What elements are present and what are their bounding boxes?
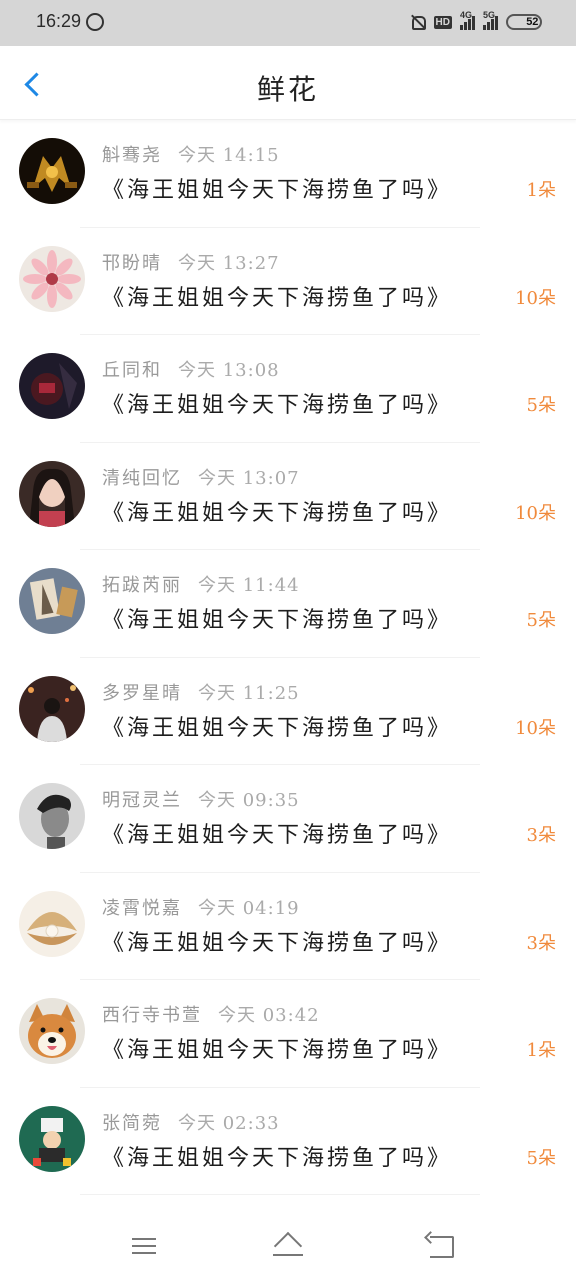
avatar[interactable] (19, 1105, 85, 1172)
avatar[interactable] (19, 353, 85, 419)
list-item[interactable]: 丘同和 今天 13:08 《海王姐姐今天下海捞鱼了吗》 5朵 (0, 335, 576, 443)
menu-icon[interactable] (124, 1230, 164, 1262)
avatar[interactable] (19, 568, 85, 634)
flower-count: 10朵 (515, 287, 556, 309)
avatar[interactable] (19, 460, 85, 527)
divider (80, 1194, 480, 1195)
status-icons: HD 4G 5G 52 (410, 10, 542, 32)
list-item[interactable]: 凌霄悦嘉 今天 04:19 《海王姐姐今天下海捞鱼了吗》 3朵 (0, 873, 576, 980)
book-title: 《海王姐姐今天下海捞鱼了吗》 (102, 285, 453, 311)
timestamp: 今天 03:42 (218, 1005, 320, 1026)
user-name: 张简菀 (102, 1112, 162, 1134)
list-item[interactable]: 张简菀 今天 02:33 《海王姐姐今天下海捞鱼了吗》 5朵 (0, 1088, 576, 1195)
dark-mech-avatar (19, 138, 85, 204)
book-title: 《海王姐姐今天下海捞鱼了吗》 (102, 930, 453, 956)
avatar[interactable] (19, 783, 85, 849)
flower-count: 3朵 (526, 825, 556, 846)
bw-portrait-avatar (19, 783, 85, 849)
timestamp: 今天 13:07 (198, 467, 300, 489)
flower-count: 5朵 (526, 395, 556, 416)
header: 鲜花 (0, 46, 576, 120)
avatar[interactable] (19, 998, 85, 1064)
book-title: 《海王姐姐今天下海捞鱼了吗》 (102, 1145, 453, 1171)
flower-count: 10朵 (515, 717, 556, 739)
item-meta: 斛骞尧 今天 14:15 (102, 141, 280, 167)
green-cartoon-avatar (19, 1105, 85, 1172)
list-item[interactable]: 清纯回忆 今天 13:07 《海王姐姐今天下海捞鱼了吗》 10朵 (0, 443, 576, 550)
list-item[interactable]: 多罗星晴 今天 11:25 《海王姐姐今天下海捞鱼了吗》 10朵 (0, 658, 576, 765)
pink-flower-avatar (19, 245, 85, 312)
flower-list: 斛骞尧 今天 14:15 《海王姐姐今天下海捞鱼了吗》 1朵 邗盼晴 今天 13:2… (0, 120, 576, 1195)
item-meta: 丘同和 今天 13:08 (102, 356, 280, 382)
flower-count: 5朵 (526, 610, 556, 631)
timestamp: 今天 02:33 (178, 1112, 280, 1134)
flower-count: 1朵 (526, 180, 556, 201)
list-item[interactable]: 明冠灵兰 今天 09:35 《海王姐姐今天下海捞鱼了吗》 3朵 (0, 765, 576, 873)
status-notification-icon (86, 13, 104, 31)
book-title: 《海王姐姐今天下海捞鱼了吗》 (102, 823, 453, 848)
item-meta: 拓跋芮丽 今天 11:44 (102, 571, 300, 597)
status-time: 16:29 (36, 11, 82, 31)
timestamp: 今天 13:27 (178, 252, 280, 274)
doll-girl-avatar (19, 460, 85, 527)
timestamp: 今天 11:25 (198, 682, 300, 704)
avatar[interactable] (19, 675, 85, 742)
user-name: 拓跋芮丽 (102, 575, 182, 596)
user-name: 斛骞尧 (102, 145, 162, 166)
night-street-person-avatar (19, 675, 85, 742)
back-icon[interactable] (420, 1230, 460, 1262)
timestamp: 今天 14:15 (178, 145, 280, 166)
book-title: 《海王姐姐今天下海捞鱼了吗》 (102, 500, 453, 526)
item-meta: 邗盼晴 今天 13:27 (102, 249, 280, 275)
user-name: 邗盼晴 (102, 252, 162, 274)
page-title: 鲜花 (256, 73, 319, 106)
shiba-dog-avatar (19, 998, 85, 1064)
flower-count: 10朵 (515, 502, 556, 524)
timestamp: 今天 04:19 (198, 897, 300, 919)
home-icon[interactable] (268, 1230, 308, 1262)
item-meta: 西行寺书萱 今天 03:42 (102, 1001, 320, 1027)
user-name: 清纯回忆 (102, 467, 182, 489)
user-name: 多罗星晴 (102, 682, 182, 704)
book-title: 《海王姐姐今天下海捞鱼了吗》 (102, 393, 453, 418)
book-title: 《海王姐姐今天下海捞鱼了吗》 (102, 178, 453, 203)
book-title: 《海王姐姐今天下海捞鱼了吗》 (102, 608, 453, 633)
timestamp: 今天 11:44 (198, 575, 300, 596)
avatar[interactable] (19, 138, 85, 204)
user-name: 丘同和 (102, 360, 162, 381)
mute-icon (410, 14, 426, 30)
item-meta: 多罗星晴 今天 11:25 (102, 679, 300, 705)
book-title: 《海王姐姐今天下海捞鱼了吗》 (102, 1038, 453, 1063)
signal-4g-icon: 4G (460, 10, 475, 30)
dark-red-scene-avatar (19, 353, 85, 419)
flower-count: 5朵 (526, 1147, 556, 1169)
list-item[interactable]: 斛骞尧 今天 14:15 《海王姐姐今天下海捞鱼了吗》 1朵 (0, 120, 576, 228)
item-meta: 张简菀 今天 02:33 (102, 1109, 280, 1135)
flower-count: 1朵 (526, 1040, 556, 1061)
pearl-shell-avatar (19, 890, 85, 957)
hd-icon: HD (433, 15, 452, 29)
timestamp: 今天 13:08 (178, 360, 280, 381)
battery-level: 52 (526, 16, 539, 28)
list-item[interactable]: 邗盼晴 今天 13:27 《海王姐姐今天下海捞鱼了吗》 10朵 (0, 228, 576, 335)
user-name: 西行寺书萱 (102, 1005, 202, 1026)
flower-count: 3朵 (526, 932, 556, 954)
item-meta: 凌霄悦嘉 今天 04:19 (102, 894, 300, 920)
book-title: 《海王姐姐今天下海捞鱼了吗》 (102, 715, 453, 741)
eiffel-card-avatar (19, 568, 85, 634)
avatar[interactable] (19, 890, 85, 957)
user-name: 凌霄悦嘉 (102, 897, 182, 919)
battery-icon: 52 (506, 14, 542, 30)
item-meta: 清纯回忆 今天 13:07 (102, 464, 300, 490)
status-bar: 16:29 HD 4G 5G 52 (0, 0, 576, 46)
user-name: 明冠灵兰 (102, 790, 182, 811)
item-meta: 明冠灵兰 今天 09:35 (102, 786, 300, 812)
list-item[interactable]: 拓跋芮丽 今天 11:44 《海王姐姐今天下海捞鱼了吗》 5朵 (0, 550, 576, 658)
system-nav-bar (0, 1212, 576, 1280)
list-item[interactable]: 西行寺书萱 今天 03:42 《海王姐姐今天下海捞鱼了吗》 1朵 (0, 980, 576, 1088)
avatar[interactable] (19, 245, 85, 312)
signal-5g-icon: 5G (483, 10, 498, 30)
timestamp: 今天 09:35 (198, 790, 300, 811)
